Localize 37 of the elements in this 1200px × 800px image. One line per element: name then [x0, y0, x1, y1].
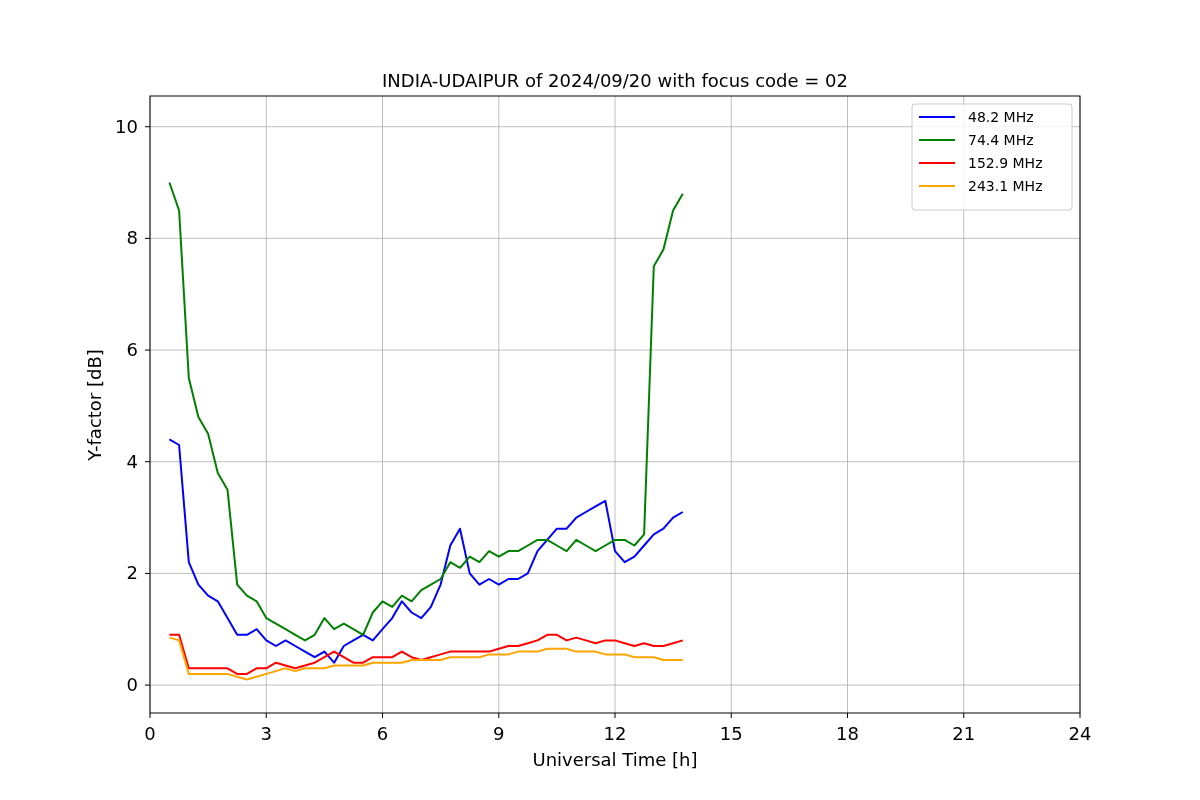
tick-mark: [144, 126, 151, 128]
y-tick-label: 2: [126, 562, 138, 584]
tick-mark: [614, 712, 616, 719]
chart-title: INDIA-UDAIPUR of 2024/09/20 with focus code = 02: [382, 70, 848, 91]
x-tick-label: 6: [376, 723, 389, 744]
tick-mark: [144, 572, 151, 574]
x-axis-label: Universal Time [h]: [532, 749, 698, 770]
x-tick-label: 9: [493, 723, 505, 744]
tick-mark: [498, 712, 500, 719]
tick-mark: [149, 712, 151, 719]
tick-mark: [847, 712, 848, 719]
x-tick-label: 0: [144, 723, 156, 744]
tick-mark: [1079, 712, 1081, 719]
tick-mark: [144, 349, 151, 351]
tick-mark: [144, 461, 151, 463]
x-tick-label: 18: [836, 723, 859, 744]
y-axis-label: Y-factor [dB]: [84, 349, 105, 461]
x-tick-label: 3: [260, 723, 272, 744]
legend-label: 152.9 MHz: [968, 155, 1043, 171]
y-tick-label: 0: [126, 674, 138, 696]
y-tick-label: 6: [126, 339, 138, 361]
x-tick-label: 12: [603, 723, 627, 744]
tick-mark: [382, 712, 383, 719]
tick-mark: [144, 237, 151, 239]
x-tick-label: 15: [719, 723, 743, 744]
tick-mark: [144, 684, 151, 686]
legend-label: 74.4 MHz: [968, 132, 1034, 148]
y-tick-label: 10: [115, 115, 138, 137]
x-tick-label: 24: [1068, 723, 1092, 744]
y-tick-label: 8: [126, 227, 138, 249]
y-tick-label: 4: [126, 450, 138, 472]
legend-label: 243.1 MHz: [968, 178, 1043, 194]
legend-label: 48.2 MHz: [968, 109, 1034, 125]
x-tick-label: 21: [952, 723, 976, 744]
tick-mark: [265, 712, 267, 719]
tick-mark: [730, 712, 732, 719]
tick-mark: [963, 712, 965, 719]
